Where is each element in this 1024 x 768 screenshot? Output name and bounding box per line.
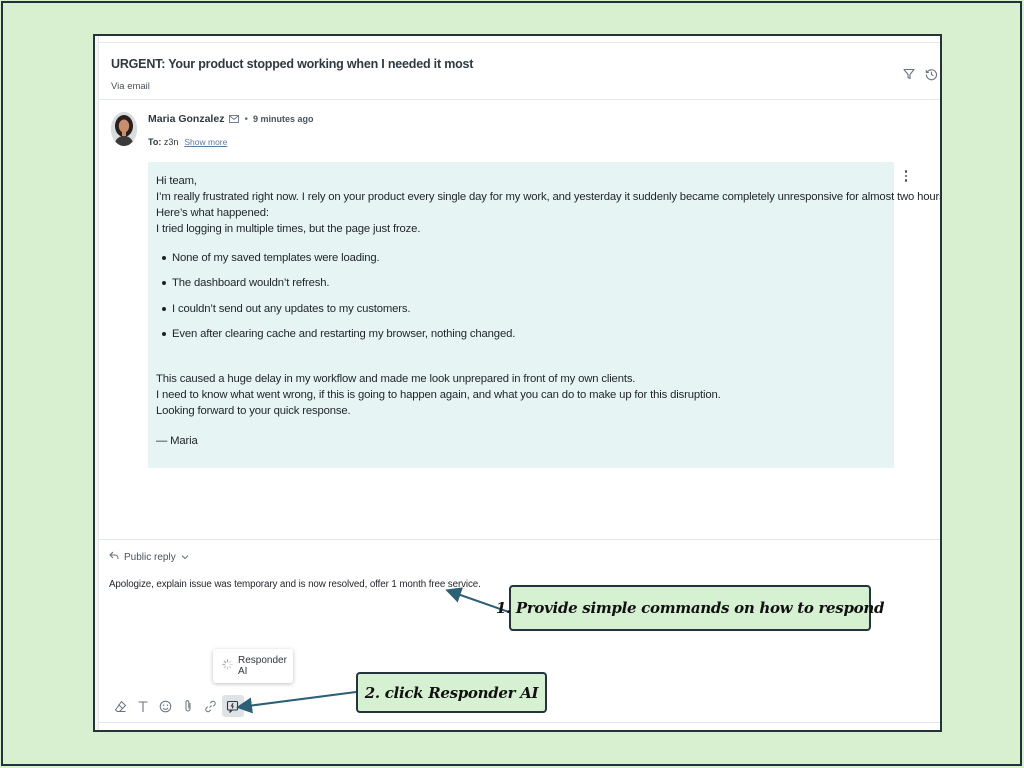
list-item: None of my saved templates were loading. <box>162 245 886 271</box>
ticket-channel: Via email <box>111 81 150 92</box>
reply-type-selector[interactable]: Public reply <box>109 551 189 563</box>
annotation-step-2: 2. click Responder AI <box>356 672 547 713</box>
composer-toolbar <box>109 695 244 717</box>
avatar <box>111 112 137 146</box>
message-line: I need to know what went wrong, if this … <box>156 389 721 401</box>
ticket-header: URGENT: Your product stopped working whe… <box>99 42 940 100</box>
list-item: Even after clearing cache and restarting… <box>162 322 886 348</box>
chevron-down-icon <box>181 552 189 563</box>
message-line: I tried logging in multiple times, but t… <box>156 223 421 235</box>
reply-editor[interactable]: Apologize, explain issue was temporary a… <box>109 579 481 590</box>
ticket-subject: URGENT: Your product stopped working whe… <box>111 57 474 71</box>
filter-icon[interactable] <box>902 67 916 81</box>
message-line: I’m really frustrated right now. I rely … <box>156 191 942 203</box>
sender-row: Maria Gonzalez • 9 minutes ago <box>148 113 313 125</box>
show-more-link[interactable]: Show more <box>184 137 227 147</box>
separator: • <box>244 113 248 125</box>
reply-type-label: Public reply <box>124 551 176 563</box>
list-item: The dashboard wouldn’t refresh. <box>162 271 886 297</box>
message-line: Looking forward to your quick response. <box>156 405 351 417</box>
text-format-icon[interactable] <box>132 695 154 717</box>
emoji-icon[interactable] <box>154 695 176 717</box>
recipient-row: To: z3n Show more <box>148 137 227 147</box>
divider <box>99 722 940 723</box>
annotation-step-1: 1. Provide simple commands on how to res… <box>496 585 884 631</box>
responder-ai-icon[interactable] <box>221 695 244 717</box>
signature: — Maria <box>156 435 198 447</box>
divider <box>99 539 940 540</box>
attachment-icon[interactable] <box>177 695 199 717</box>
message-line: This caused a huge delay in my workflow … <box>156 373 636 385</box>
more-options-icon[interactable] <box>900 168 912 184</box>
message-line: Hi team, <box>156 175 197 187</box>
to-value: z3n <box>163 137 179 147</box>
panel-edge <box>95 36 99 730</box>
to-label: To: <box>148 137 162 147</box>
issue-list: None of my saved templates were loading.… <box>162 245 886 347</box>
responder-ai-tooltip: Responder AI <box>213 649 293 683</box>
eraser-icon[interactable] <box>109 695 131 717</box>
list-item: I couldn’t send out any updates to my cu… <box>162 296 886 322</box>
reply-arrow-icon <box>109 551 119 563</box>
responder-ai-label: Responder AI <box>238 655 287 677</box>
loading-spinner-icon <box>222 659 233 673</box>
sender-name[interactable]: Maria Gonzalez <box>148 113 224 125</box>
message-line: Here’s what happened: <box>156 207 269 219</box>
mail-icon <box>229 115 240 123</box>
link-icon[interactable] <box>199 695 221 717</box>
timestamp: 9 minutes ago <box>252 114 314 124</box>
history-icon[interactable] <box>924 67 938 81</box>
message-body: Hi team, I’m really frustrated right now… <box>148 162 942 468</box>
